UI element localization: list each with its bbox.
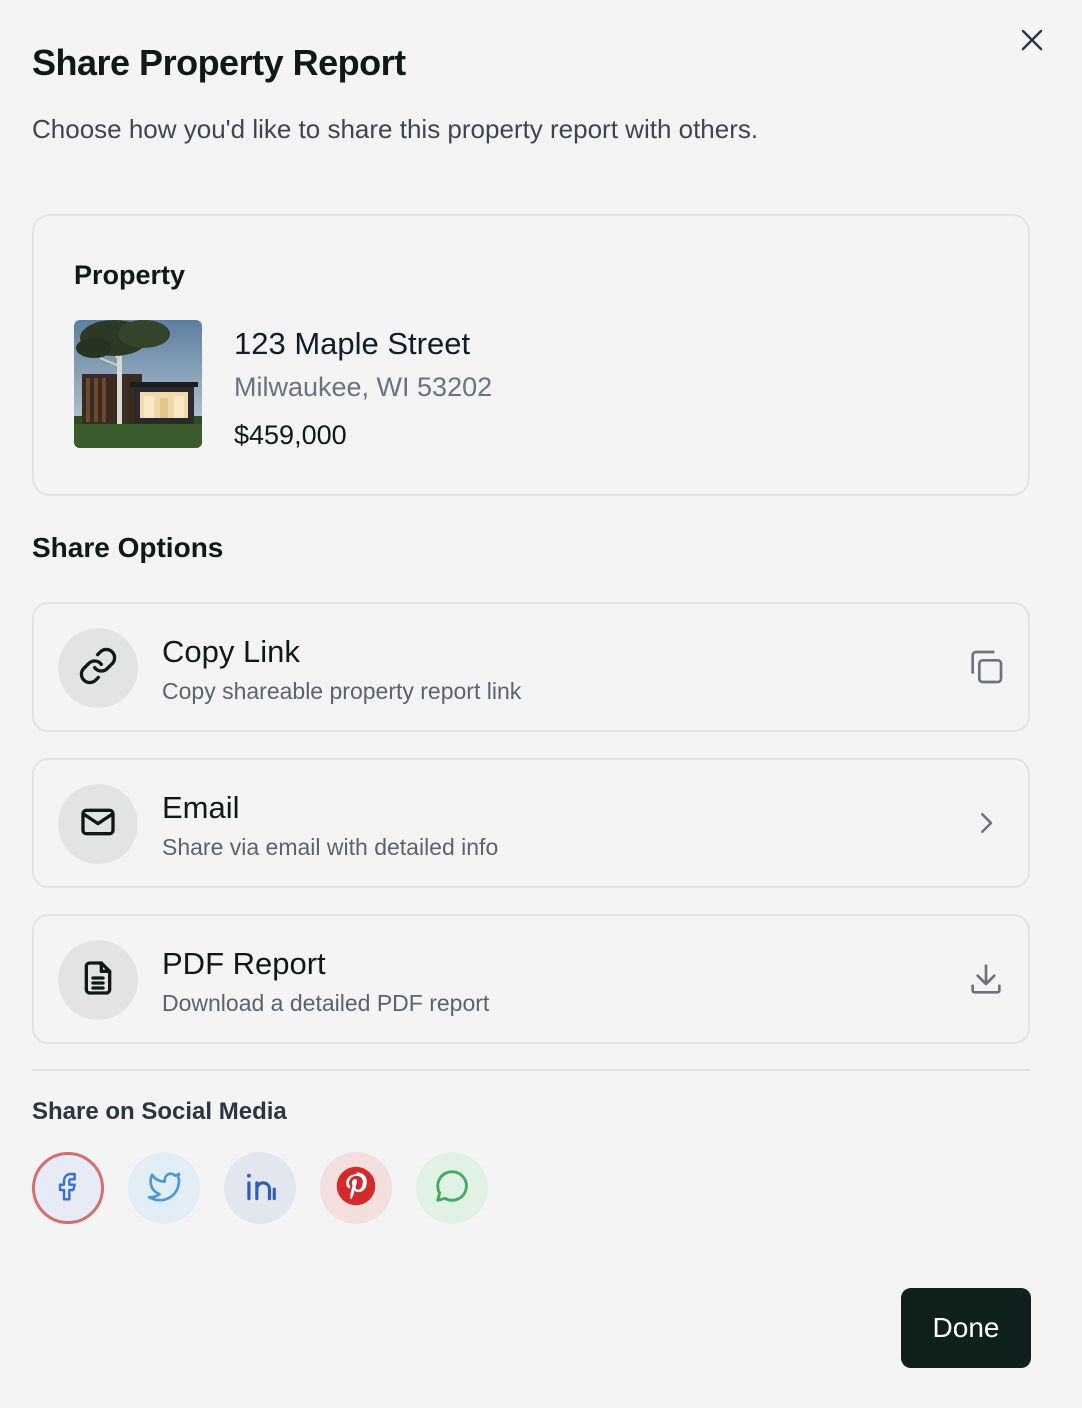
property-city: Milwaukee, WI 53202 bbox=[234, 372, 493, 402]
download-button[interactable] bbox=[964, 959, 1008, 1003]
property-label: Property bbox=[74, 260, 186, 290]
dialog-title: Share Property Report bbox=[32, 42, 406, 83]
linkedin-icon bbox=[241, 1167, 279, 1210]
divider bbox=[32, 1069, 1030, 1071]
email-option[interactable]: Email Share via email with detailed info bbox=[32, 758, 1030, 888]
email-title: Email bbox=[162, 790, 240, 825]
copy-link-description: Copy shareable property report link bbox=[162, 678, 522, 704]
close-button[interactable] bbox=[1014, 24, 1050, 60]
facebook-icon bbox=[52, 1170, 84, 1207]
social-media-title: Share on Social Media bbox=[32, 1098, 287, 1125]
pdf-report-title: PDF Report bbox=[162, 946, 326, 981]
pdf-icon-circle bbox=[58, 940, 138, 1020]
facebook-share-button[interactable] bbox=[32, 1152, 104, 1224]
share-dialog: Share Property Report Choose how you'd l… bbox=[0, 0, 1082, 1408]
property-card: Property 123 Maple Street Milwaukee, WI … bbox=[32, 214, 1030, 496]
twitter-share-button[interactable] bbox=[128, 1152, 200, 1224]
email-chevron bbox=[964, 803, 1008, 847]
link-icon bbox=[78, 646, 118, 691]
property-address: 123 Maple Street bbox=[234, 326, 471, 361]
copy-link-title: Copy Link bbox=[162, 634, 300, 669]
email-description: Share via email with detailed info bbox=[162, 834, 499, 860]
share-options-title: Share Options bbox=[32, 532, 224, 563]
property-image bbox=[74, 320, 202, 448]
done-button[interactable]: Done bbox=[901, 1288, 1031, 1368]
mail-icon bbox=[78, 802, 118, 847]
linkedin-share-button[interactable] bbox=[224, 1152, 296, 1224]
chevron-right-icon bbox=[971, 808, 1001, 843]
pdf-report-description: Download a detailed PDF report bbox=[162, 990, 490, 1016]
twitter-icon bbox=[146, 1168, 182, 1209]
document-icon bbox=[78, 958, 118, 1003]
copy-button[interactable] bbox=[964, 647, 1008, 691]
dialog-subtitle: Choose how you'd like to share this prop… bbox=[32, 114, 759, 144]
chat-bubble-icon bbox=[433, 1167, 471, 1210]
pdf-report-option[interactable]: PDF Report Download a detailed PDF repor… bbox=[32, 914, 1030, 1044]
email-icon-circle bbox=[58, 784, 138, 864]
download-icon bbox=[966, 959, 1006, 1004]
close-icon bbox=[1020, 28, 1044, 57]
copy-link-option[interactable]: Copy Link Copy shareable property report… bbox=[32, 602, 1030, 732]
copy-link-icon-circle bbox=[58, 628, 138, 708]
pinterest-share-button[interactable] bbox=[320, 1152, 392, 1224]
copy-icon bbox=[966, 647, 1006, 692]
property-price: $459,000 bbox=[234, 420, 347, 450]
whatsapp-share-button[interactable] bbox=[416, 1152, 488, 1224]
pinterest-icon bbox=[335, 1165, 377, 1212]
